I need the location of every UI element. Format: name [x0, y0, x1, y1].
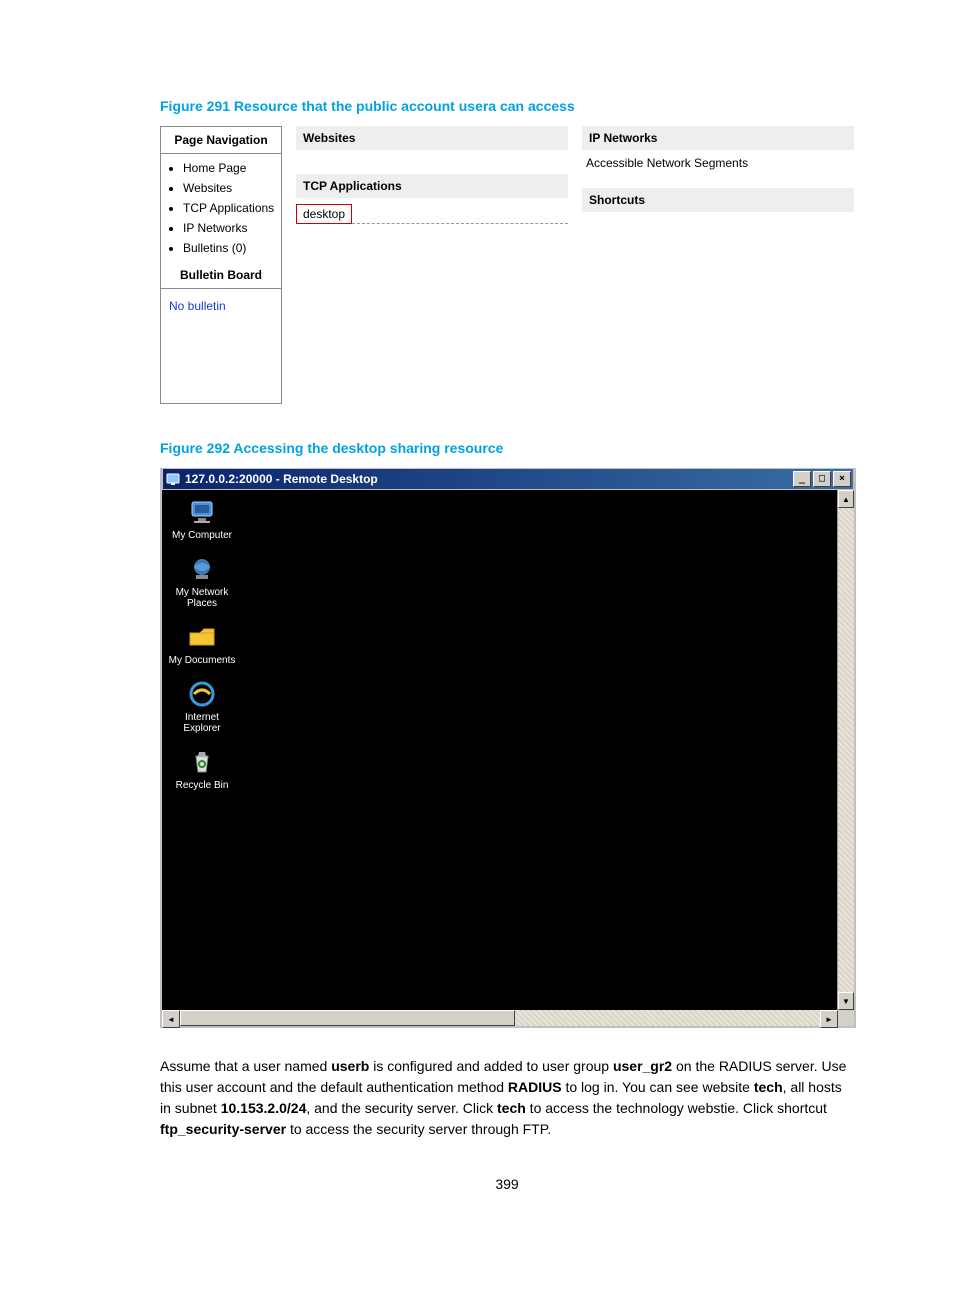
scroll-left-button[interactable]: ◄ — [162, 1010, 180, 1028]
internet-explorer-icon[interactable]: Internet Explorer — [166, 678, 238, 734]
middle-column: Websites TCP Applications desktop — [296, 126, 568, 404]
figure-291-caption: Figure 291 Resource that the public acco… — [160, 98, 854, 114]
sidebar-item-tcp[interactable]: TCP Applications — [183, 198, 275, 218]
window-title: 127.0.0.2:20000 - Remote Desktop — [185, 472, 378, 486]
figure-291: Page Navigation Home Page Websites TCP A… — [160, 126, 854, 404]
desktop-resource-link[interactable]: desktop — [296, 204, 352, 224]
hscroll-track[interactable] — [180, 1010, 820, 1026]
document-page: Figure 291 Resource that the public acco… — [0, 0, 954, 1232]
sidebar-header: Page Navigation — [161, 127, 281, 154]
my-network-places-icon[interactable]: My Network Places — [166, 553, 238, 609]
hscroll-handle[interactable] — [180, 1010, 515, 1026]
ipnetworks-header: IP Networks — [582, 126, 854, 150]
sidebar-item-bulletins[interactable]: Bulletins (0) — [183, 238, 275, 258]
page-number: 399 — [160, 1176, 854, 1192]
shortcuts-header: Shortcuts — [582, 188, 854, 212]
no-bulletin-text: No bulletin — [161, 289, 281, 403]
close-button[interactable]: × — [833, 471, 851, 487]
sidebar: Page Navigation Home Page Websites TCP A… — [160, 126, 282, 404]
scroll-up-button[interactable]: ▲ — [838, 490, 854, 508]
desktop-area[interactable]: My Computer My Network Places My Documen… — [162, 490, 837, 1010]
tcp-header: TCP Applications — [296, 174, 568, 198]
my-documents-icon[interactable]: My Documents — [166, 621, 238, 666]
sidebar-nav-list: Home Page Websites TCP Applications IP N… — [161, 154, 281, 262]
remote-desktop-body: My Computer My Network Places My Documen… — [162, 490, 854, 1010]
scroll-down-button[interactable]: ▼ — [838, 992, 854, 1010]
maximize-button[interactable]: □ — [813, 471, 831, 487]
horizontal-scrollbar[interactable]: ◄ ► — [162, 1010, 854, 1026]
websites-header: Websites — [296, 126, 568, 150]
titlebar: 127.0.0.2:20000 - Remote Desktop _ □ × — [162, 468, 854, 490]
scroll-right-button[interactable]: ► — [820, 1010, 838, 1028]
bulletin-header: Bulletin Board — [161, 262, 281, 289]
scroll-track[interactable] — [838, 508, 854, 992]
remote-desktop-window: 127.0.0.2:20000 - Remote Desktop _ □ × M… — [160, 468, 856, 1028]
sidebar-item-websites[interactable]: Websites — [183, 178, 275, 198]
body-paragraph: Assume that a user named userb is config… — [160, 1056, 854, 1140]
remote-desktop-icon — [165, 471, 181, 487]
dotted-separator — [352, 222, 568, 224]
accessible-segments-text: Accessible Network Segments — [582, 150, 854, 170]
minimize-button[interactable]: _ — [793, 471, 811, 487]
resize-grip[interactable] — [838, 1010, 854, 1026]
recycle-bin-icon[interactable]: Recycle Bin — [166, 746, 238, 791]
figure-292-caption: Figure 292 Accessing the desktop sharing… — [160, 440, 854, 456]
right-column: IP Networks Accessible Network Segments … — [582, 126, 854, 404]
my-computer-icon[interactable]: My Computer — [166, 496, 238, 541]
sidebar-item-home[interactable]: Home Page — [183, 158, 275, 178]
vertical-scrollbar[interactable]: ▲ ▼ — [837, 490, 854, 1010]
sidebar-item-ipnet[interactable]: IP Networks — [183, 218, 275, 238]
